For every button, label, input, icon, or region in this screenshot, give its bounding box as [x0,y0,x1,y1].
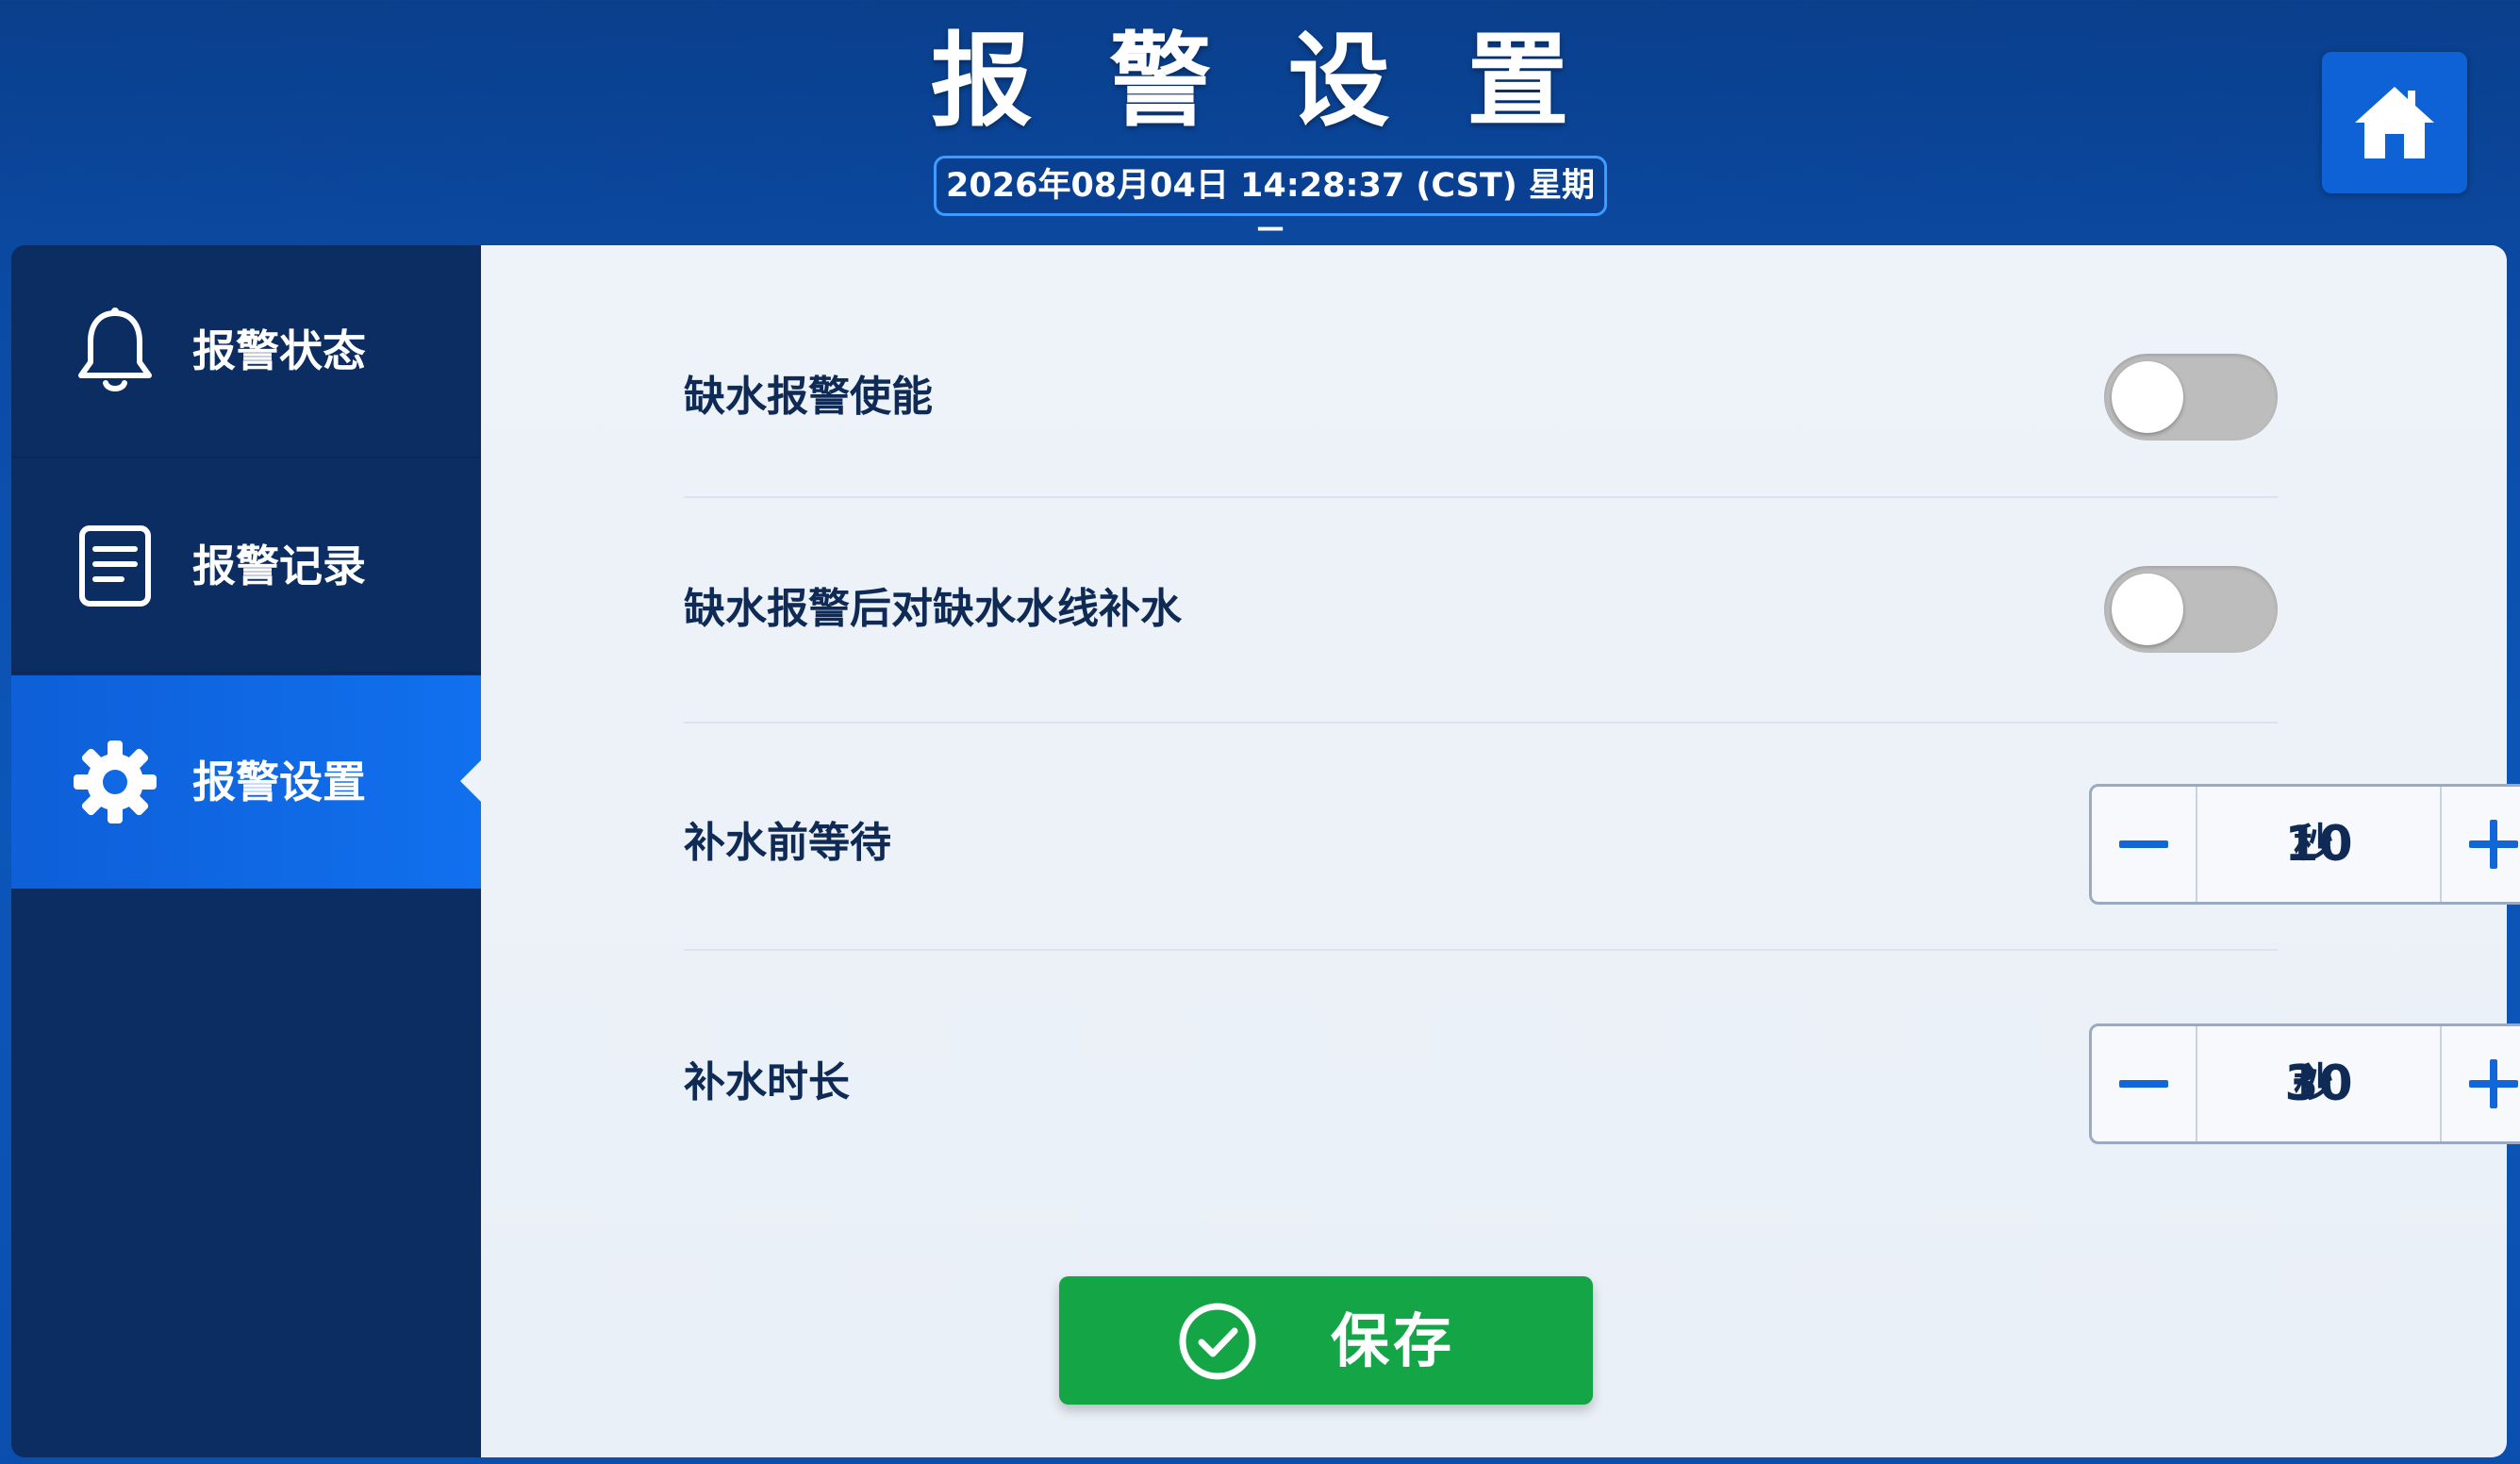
document-icon [63,514,167,618]
unit-label: 秒 [2294,1059,2334,1106]
save-button-label: 保存 [1331,1306,1456,1375]
decrement-button[interactable] [2092,787,2197,902]
sidebar-item-alarm-settings[interactable]: 报警设置 [11,675,483,889]
increment-button[interactable] [2440,1026,2520,1141]
home-button[interactable] [2322,52,2467,193]
bell-icon [63,299,167,403]
toggle-knob [2112,361,2183,433]
datetime-display: 2026年08月04日 14:28:37 (CST) 星期二 [934,156,1607,259]
divider [684,949,2278,951]
setting-row-refill-after-alarm: 缺水报警后对缺水水线补水 [684,566,2278,662]
minus-icon [2119,1080,2168,1088]
toggle-knob [2112,574,2183,645]
unit-label: 秒 [2294,820,2334,866]
divider [684,496,2278,498]
active-indicator [460,758,483,804]
setting-label: 补水时长 [684,1058,850,1106]
header: 报 警 设 置 2026年08月04日 14:28:37 (CST) 星期二 [0,0,2520,259]
refill-after-alarm-toggle[interactable] [2104,566,2278,653]
sidebar: 报警状态 报警记录 报警设置 [11,245,483,1457]
setting-label: 缺水报警后对缺水水线补水 [684,585,1182,633]
divider [684,722,2278,724]
decrement-button[interactable] [2092,1026,2197,1141]
save-button[interactable]: 保存 [1059,1276,1593,1405]
minus-icon [2119,840,2168,848]
sidebar-item-label: 报警状态 [192,325,366,376]
plus-icon [2469,1059,2518,1108]
alarm-enable-toggle[interactable] [2104,354,2278,441]
home-icon [2355,87,2434,158]
increment-button[interactable] [2440,787,2520,902]
plus-icon [2469,820,2518,869]
setting-label: 缺水报警使能 [684,373,933,421]
sidebar-item-alarm-status[interactable]: 报警状态 [11,245,481,458]
page-title: 报 警 设 置 [930,23,1590,141]
sidebar-item-label: 报警设置 [192,757,366,807]
check-circle-icon [1179,1303,1256,1380]
sidebar-item-label: 报警记录 [192,541,366,591]
setting-label: 补水前等待 [684,819,891,867]
gear-icon [63,730,167,834]
setting-row-alarm-enable: 缺水报警使能 [684,354,2278,441]
sidebar-item-alarm-records[interactable]: 报警记录 [11,460,481,674]
